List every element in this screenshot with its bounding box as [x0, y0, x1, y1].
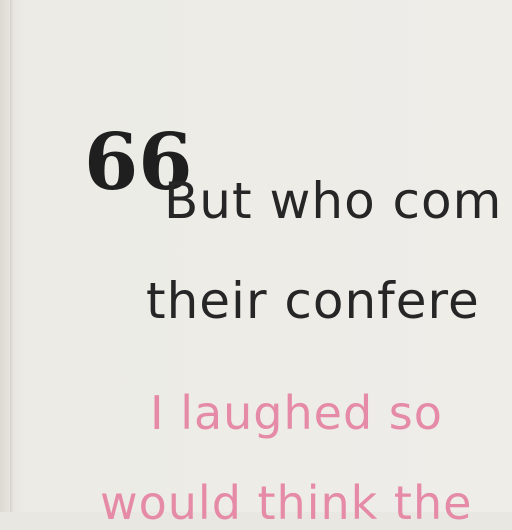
- handwritten-line-4: would think the: [100, 476, 473, 530]
- handwritten-line-3: I laughed so: [150, 386, 443, 440]
- handwritten-line-2: their confere: [146, 272, 480, 330]
- page-edge: [10, 0, 13, 512]
- top-handwriting-fragment: ~~~: [190, 0, 304, 15]
- handwritten-line-1: But who com: [164, 172, 503, 230]
